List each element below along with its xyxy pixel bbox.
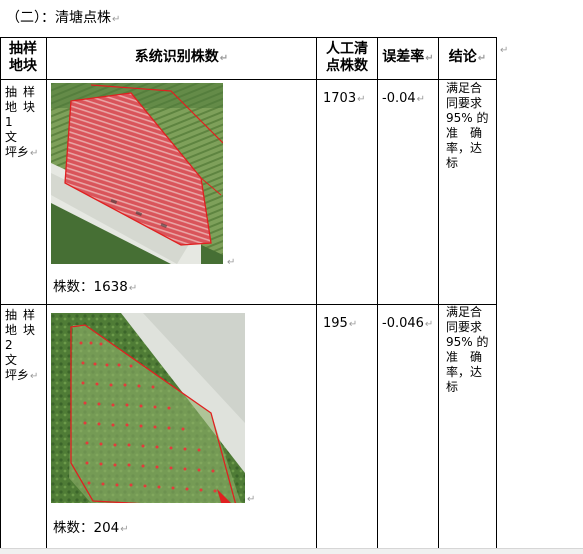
cell-mark-icon: ↵ bbox=[247, 494, 256, 505]
header-divider bbox=[0, 79, 497, 80]
row2-conclusion-line: 95% 的 bbox=[446, 335, 489, 349]
row1-conclusion-line: 95% 的 bbox=[446, 111, 489, 125]
row1-plot-line-last: 坪乡↵ bbox=[5, 145, 43, 161]
row1-plot-cell: 抽样 地块 1 文 坪乡↵ bbox=[5, 85, 43, 161]
row-end-mark-icon: ↵ bbox=[500, 45, 509, 56]
row-divider bbox=[0, 304, 497, 305]
cell-mark-icon: ↵ bbox=[424, 319, 434, 330]
cell-mark-icon: ↵ bbox=[227, 257, 236, 268]
row2-manual-value: 195 bbox=[323, 316, 348, 331]
column-divider bbox=[377, 37, 378, 549]
cell-mark-icon: ↵ bbox=[30, 371, 39, 382]
cell-mark-icon: ↵ bbox=[348, 319, 358, 330]
section-heading: （二）：清塘点株↵ bbox=[6, 8, 120, 30]
page-bottom-edge bbox=[0, 548, 583, 554]
column-divider bbox=[46, 37, 47, 549]
row1-conclusion-line: 标 bbox=[446, 156, 459, 170]
row1-plot-line: 地块 bbox=[5, 100, 42, 114]
row1-conclusion-line: 同要求 bbox=[446, 96, 483, 110]
row2-conclusion-line: 标 bbox=[446, 380, 459, 394]
header-conclusion: 结论↵ bbox=[439, 49, 496, 67]
cell-mark-icon: ↵ bbox=[416, 94, 426, 105]
row2-conclusion-line: 率，达 bbox=[446, 365, 483, 379]
row1-manual-value: 1703 bbox=[323, 91, 357, 106]
row-end-mark: ↵ bbox=[499, 41, 508, 59]
row1-plot-line: 抽样 bbox=[5, 85, 42, 99]
row2-conclusion-line: 准确 bbox=[446, 350, 495, 364]
cell-mark-icon: ↵ bbox=[120, 524, 129, 535]
row1-aerial-photo bbox=[51, 83, 223, 264]
row2-plot-line: 抽样 bbox=[5, 308, 42, 322]
image-mark: ↵ bbox=[246, 490, 255, 508]
header-system-count: 系统识别株数↵ bbox=[47, 49, 316, 67]
row1-error-rate: -0.04↵ bbox=[382, 90, 425, 108]
row1-plot-line: 1 文 bbox=[5, 115, 24, 144]
header-plot-label: 抽样地块 bbox=[9, 41, 37, 74]
header-conclusion-label: 结论 bbox=[448, 49, 477, 65]
table-border-left bbox=[0, 37, 1, 549]
column-divider bbox=[316, 37, 317, 549]
row1-conclusion-line: 满足合 bbox=[446, 81, 483, 95]
table-border-right bbox=[496, 37, 497, 549]
row1-system-count: 株数：1638↵ bbox=[53, 278, 137, 298]
cell-mark-icon: ↵ bbox=[219, 53, 229, 64]
row2-system-count: 株数：204↵ bbox=[53, 519, 129, 539]
plant-count-table: 抽样地块 系统识别株数↵ 人工清点株数 误差率↵ 结论↵ ↵ 抽样 地块 1 文… bbox=[0, 37, 508, 549]
header-system-label: 系统识别株数 bbox=[134, 49, 219, 65]
row2-plot-line: 2 文 bbox=[5, 338, 24, 367]
cell-mark-icon: ↵ bbox=[477, 53, 487, 64]
row1-error-value: -0.04 bbox=[382, 91, 416, 106]
table-border-top bbox=[0, 37, 497, 38]
row2-plot-line-last: 坪乡↵ bbox=[5, 368, 43, 384]
row2-conclusion-line: 满足合 bbox=[446, 305, 483, 319]
header-plot: 抽样地块 bbox=[3, 41, 43, 75]
header-manual-label: 人工清点株数 bbox=[326, 41, 368, 74]
row2-plot-line-text: 坪乡 bbox=[5, 368, 30, 382]
row2-manual-count: 195↵ bbox=[323, 315, 357, 333]
row2-aerial-photo bbox=[51, 313, 245, 503]
row2-recognition-image bbox=[51, 313, 245, 503]
cell-mark-icon: ↵ bbox=[128, 283, 138, 294]
section-heading-text: （二）：清塘点株 bbox=[6, 10, 111, 26]
row1-conclusion-line: 率，达 bbox=[446, 141, 483, 155]
row1-conclusion-line: 准确 bbox=[446, 126, 495, 140]
column-divider bbox=[438, 37, 439, 549]
row2-conclusion: 满足合 同要求 95% 的 准确 率，达 标 bbox=[446, 305, 494, 395]
row2-conclusion-line: 同要求 bbox=[446, 320, 483, 334]
row2-plot-cell: 抽样 地块 2 文 坪乡↵ bbox=[5, 308, 43, 384]
header-manual-count: 人工清点株数 bbox=[319, 41, 375, 75]
paragraph-mark-icon: ↵ bbox=[112, 14, 121, 25]
row2-count-label: 株数：204 bbox=[53, 520, 120, 536]
row2-error-value: -0.046 bbox=[382, 316, 424, 331]
row1-recognition-image bbox=[51, 83, 223, 264]
header-error-label: 误差率 bbox=[382, 49, 425, 65]
row1-plot-line-text: 坪乡 bbox=[5, 145, 30, 159]
image-mark: ↵ bbox=[226, 253, 235, 271]
row2-error-rate: -0.046↵ bbox=[382, 315, 433, 333]
cell-mark-icon: ↵ bbox=[30, 148, 39, 159]
header-error-rate: 误差率↵ bbox=[378, 49, 438, 67]
row2-plot-line: 地块 bbox=[5, 323, 42, 337]
cell-mark-icon: ↵ bbox=[425, 53, 434, 64]
row1-count-label: 株数：1638 bbox=[53, 279, 128, 295]
row1-manual-count: 1703↵ bbox=[323, 90, 365, 108]
row1-conclusion: 满足合 同要求 95% 的 准确 率，达 标 bbox=[446, 81, 494, 171]
cell-mark-icon: ↵ bbox=[357, 94, 366, 105]
